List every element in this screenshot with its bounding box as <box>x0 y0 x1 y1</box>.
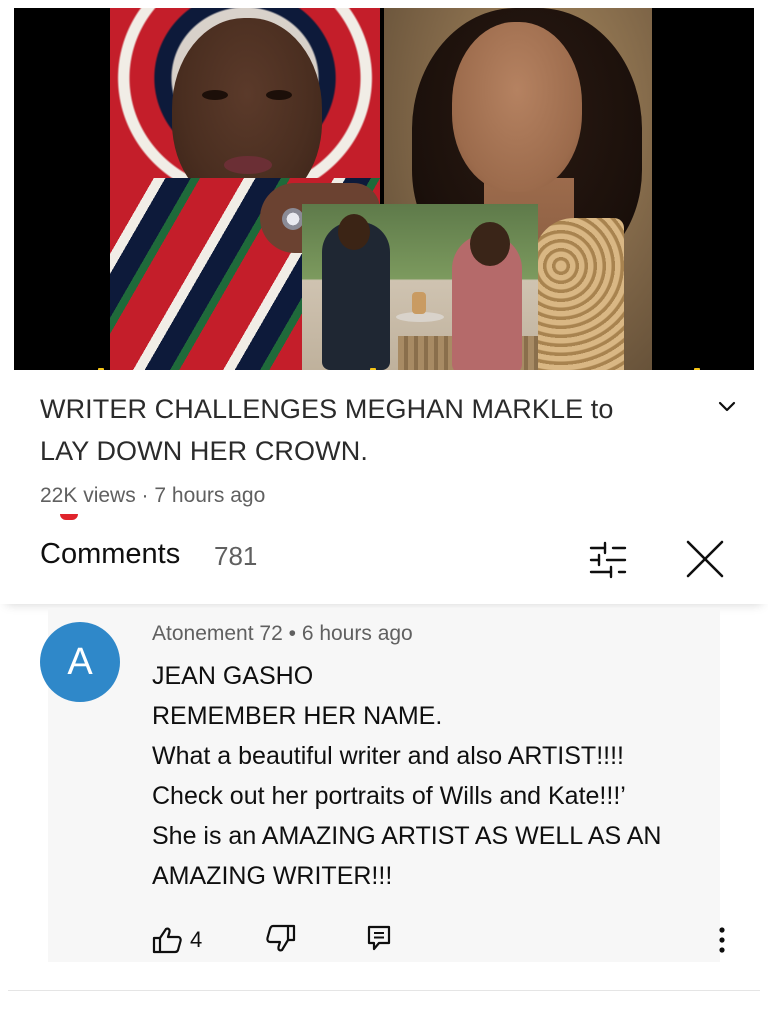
like-count: 4 <box>190 927 203 952</box>
divider <box>8 990 760 991</box>
video-title-line: LAY DOWN HER CROWN. <box>40 436 368 466</box>
dislike-button[interactable] <box>264 924 298 956</box>
close-icon <box>686 540 724 578</box>
video-player[interactable] <box>14 8 754 370</box>
video-stats: 22K views · 7 hours ago <box>40 484 266 507</box>
comment-line: She is an AMAZING ARTIST AS WELL AS AN <box>152 822 662 850</box>
avatar-letter: A <box>67 640 93 683</box>
video-title[interactable]: WRITER CHALLENGES MEGHAN MARKLE to LAY D… <box>40 388 690 472</box>
thumbs-up-icon <box>152 927 182 954</box>
comment-author[interactable]: Atonement 72 <box>152 622 283 645</box>
comment-actions: 4 <box>152 920 742 960</box>
comment-line: REMEMBER HER NAME. <box>152 702 443 730</box>
comment-line: What a beautiful writer and also ARTIST!… <box>152 742 624 770</box>
comments-header: Comments 781 <box>0 520 768 604</box>
comment-line: JEAN GASHO <box>152 662 314 690</box>
avatar[interactable]: A <box>40 622 120 702</box>
more-options-button[interactable] <box>708 922 736 958</box>
chevron-down-icon <box>718 401 736 412</box>
reply-button[interactable] <box>366 924 396 956</box>
chapter-marker <box>98 368 104 370</box>
thumbnail-side-bar <box>670 8 754 370</box>
comment-line: AMAZING WRITER!!! <box>152 862 393 890</box>
expand-description-button[interactable] <box>712 392 742 422</box>
reply-comment-icon <box>367 925 391 951</box>
chapter-marker <box>694 368 700 370</box>
filter-sliders-icon <box>589 541 627 579</box>
comments-title: Comments <box>40 538 181 570</box>
comment-text: JEAN GASHO REMEMBER HER NAME. What a bea… <box>152 656 742 896</box>
chapter-marker <box>370 368 376 370</box>
like-button[interactable]: 4 <box>152 924 202 956</box>
comment-meta: Atonement 72 • 6 hours ago <box>152 622 413 646</box>
close-comments-button[interactable] <box>682 536 728 582</box>
comments-count: 781 <box>214 541 258 571</box>
meta-separator: • <box>288 622 296 645</box>
comment-line: Check out her portraits of Wills and Kat… <box>152 782 626 810</box>
video-title-line: WRITER CHALLENGES MEGHAN MARKLE to <box>40 394 614 424</box>
more-vertical-icon <box>719 927 725 953</box>
thumbnail-inset-interview <box>302 204 538 370</box>
comment-time: 6 hours ago <box>301 622 413 645</box>
thumbs-down-icon <box>266 924 296 952</box>
sort-filter-button[interactable] <box>586 538 630 582</box>
